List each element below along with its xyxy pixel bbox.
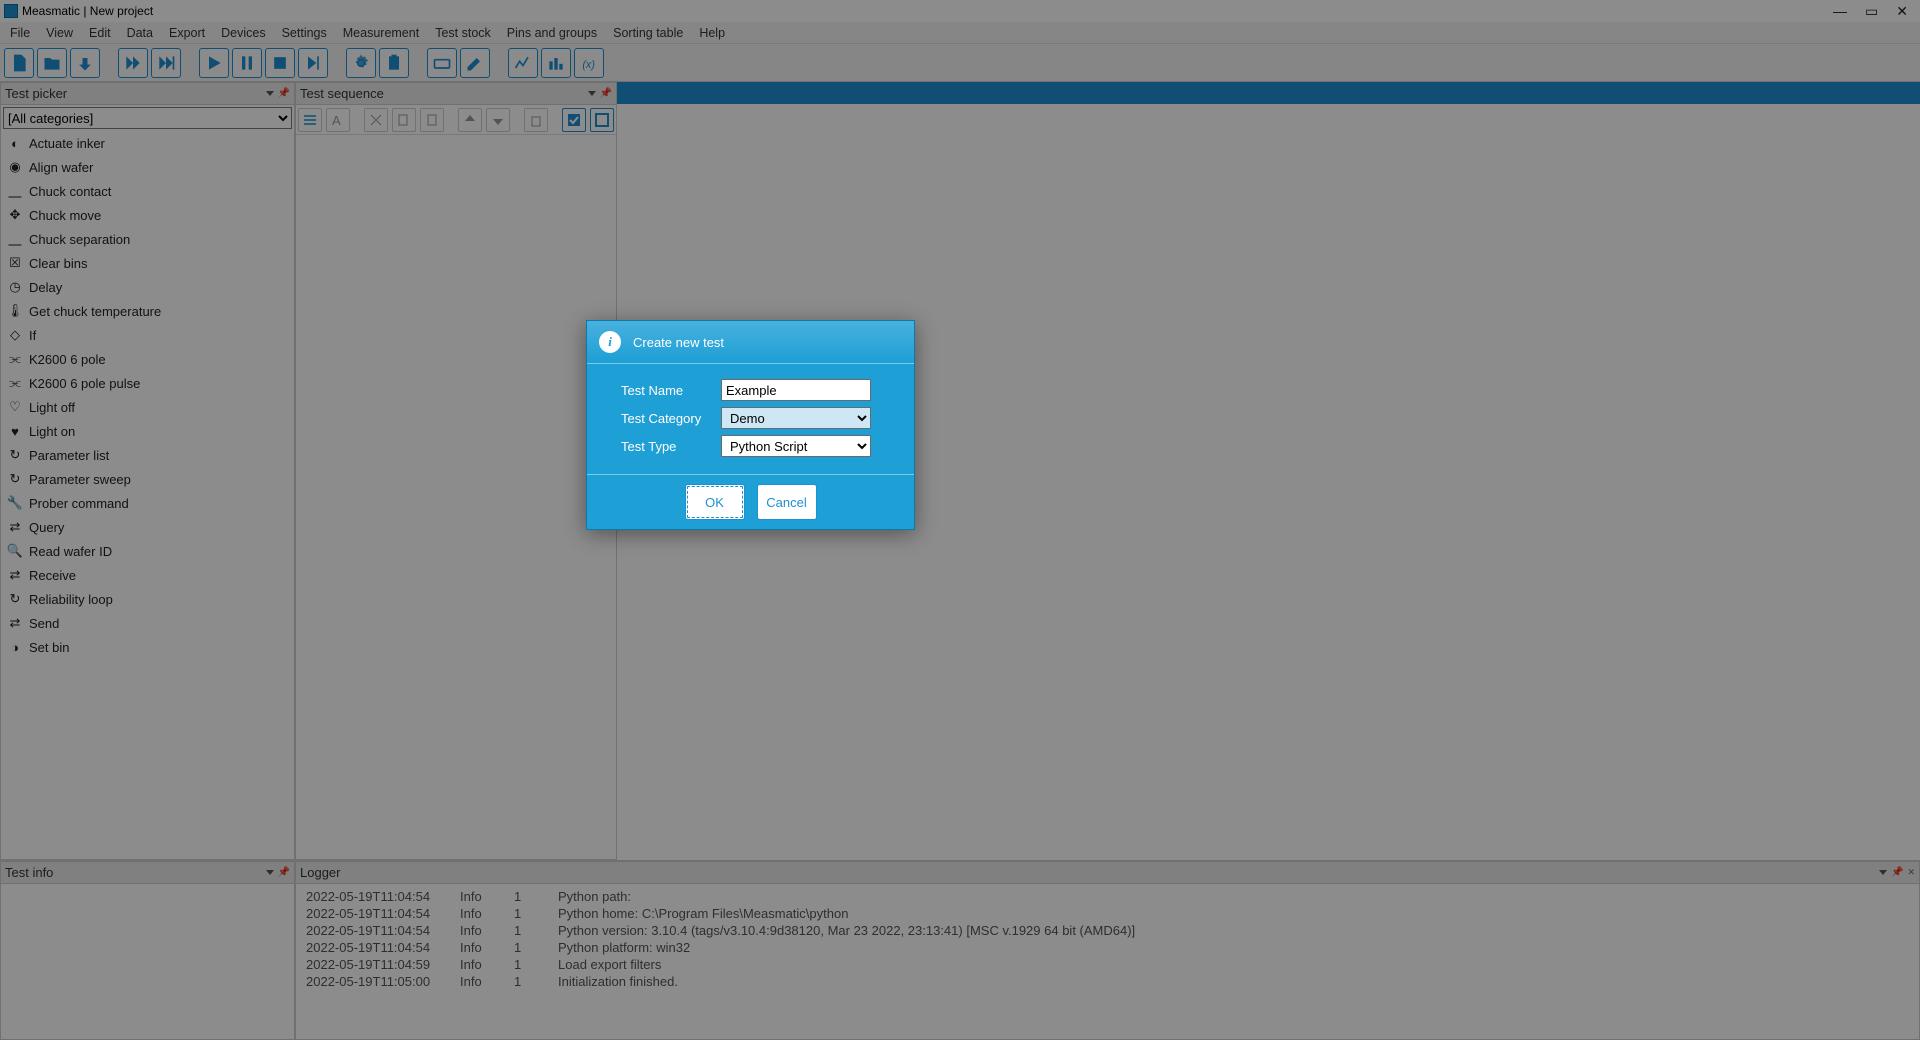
modal-overlay xyxy=(0,0,1920,1040)
test-name-label: Test Name xyxy=(621,383,711,398)
ok-button[interactable]: OK xyxy=(685,484,745,520)
info-icon: i xyxy=(599,331,621,353)
create-test-dialog: i Create new test Test Name Test Categor… xyxy=(586,320,915,530)
test-type-label: Test Type xyxy=(621,439,711,454)
test-category-select[interactable]: Demo xyxy=(721,407,871,429)
dialog-title: Create new test xyxy=(633,335,724,350)
test-category-label: Test Category xyxy=(621,411,711,426)
cancel-button[interactable]: Cancel xyxy=(757,484,817,520)
test-name-input[interactable] xyxy=(721,379,871,401)
test-type-select[interactable]: Python Script xyxy=(721,435,871,457)
